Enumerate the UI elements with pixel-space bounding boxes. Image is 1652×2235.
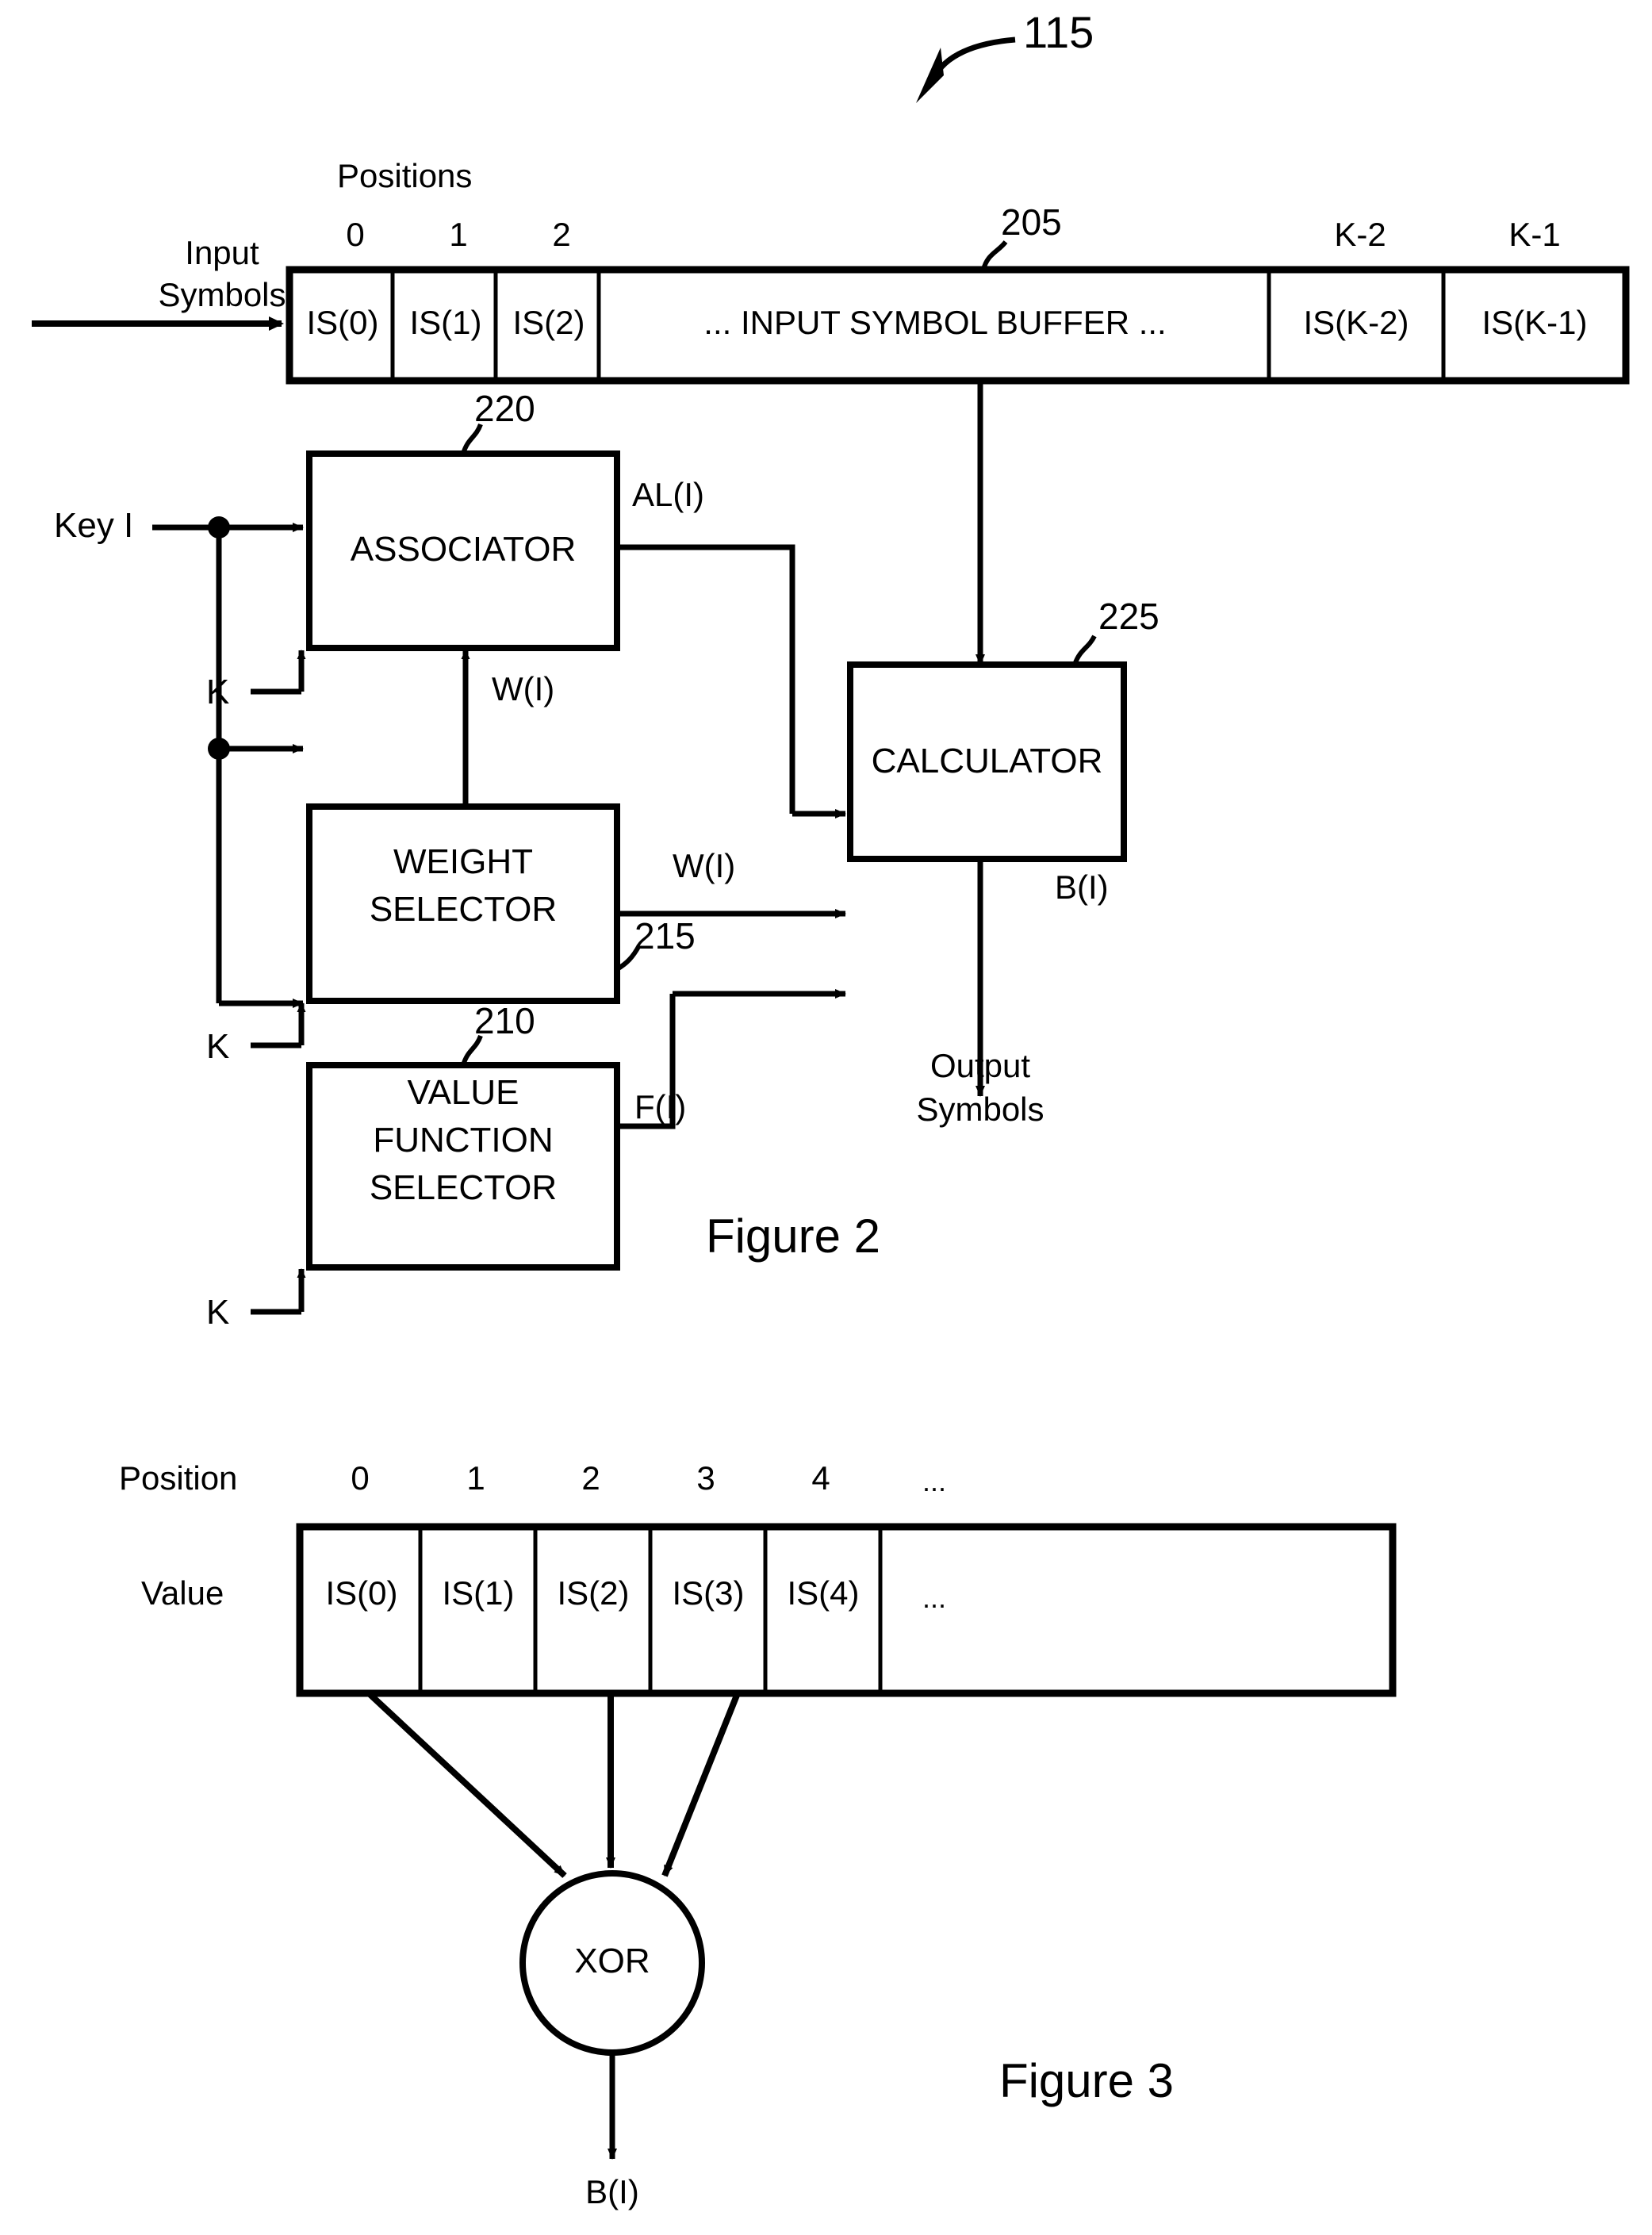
k-input-label-1: K [206, 673, 230, 711]
associator-output-label: AL(I) [632, 476, 705, 513]
buffer-position-0: 0 [346, 216, 365, 253]
buffer-position-k-2: K-2 [1334, 216, 1386, 253]
figure3-position-ellipsis: ... [922, 1465, 946, 1497]
figure3-cell-4: IS(4) [787, 1574, 860, 1612]
weight-selector-output-label: W(I) [673, 847, 736, 884]
value-function-selector-label-line2: FUNCTION [373, 1121, 554, 1160]
positions-header-label: Positions [337, 157, 473, 194]
ref-220-label: 220 [474, 388, 535, 429]
buffer-position-k-1: K-1 [1508, 216, 1561, 253]
buffer-cell-k-2: IS(K-2) [1303, 304, 1409, 341]
figure3-cell-ellipsis: ... [922, 1581, 946, 1614]
figure3-position-row-header: Position [119, 1459, 238, 1497]
ref-215-label: 215 [634, 915, 696, 956]
xor-input-line-1 [366, 1691, 567, 1878]
figure3-caption: Figure 3 [998, 2054, 1175, 2107]
xor-gate-label: XOR [574, 1942, 650, 1980]
value-function-selector-label-line1: VALUE [407, 1073, 519, 1112]
figure3-cell-3: IS(3) [672, 1574, 745, 1612]
output-symbols-label-line2: Symbols [916, 1091, 1044, 1128]
buffer-cell-2: IS(2) [512, 304, 585, 341]
buffer-position-2: 2 [552, 216, 571, 253]
input-symbols-label-line1: Input [185, 234, 259, 271]
figure3-cell-0: IS(0) [325, 1574, 398, 1612]
weight-selector-label-line2: SELECTOR [369, 890, 558, 929]
calculator-output-label: B(I) [1055, 868, 1109, 906]
calculator-label: CALCULATOR [871, 742, 1103, 780]
buffer-cell-k-1: IS(K-1) [1481, 304, 1588, 341]
figure3-position-2: 2 [581, 1459, 600, 1497]
value-function-selector-output-label: F(I) [634, 1088, 687, 1125]
k-input-label-2: K [206, 1027, 230, 1066]
xor-input-line-3 [661, 1692, 741, 1877]
buffer-position-1: 1 [449, 216, 468, 253]
associator-label: ASSOCIATOR [350, 530, 577, 569]
figure2-caption: Figure 2 [705, 1210, 881, 1263]
output-symbols-label-line1: Output [929, 1047, 1031, 1084]
ref-225-label: 225 [1098, 596, 1159, 637]
ref-210-label: 210 [474, 1000, 535, 1041]
input-symbols-label-line2: Symbols [158, 276, 286, 313]
ref-115-label: 115 [1023, 7, 1094, 57]
figure3-value-row-header: Value [141, 1574, 224, 1612]
figure3-position-4: 4 [811, 1459, 830, 1497]
figure3-position-0: 0 [351, 1459, 370, 1497]
ref-115-leader [916, 36, 1016, 103]
ref-205-leader [981, 240, 1008, 270]
value-function-selector-label-line3: SELECTOR [369, 1168, 558, 1207]
figure3-position-1: 1 [466, 1459, 485, 1497]
figure3-output-label: B(I) [585, 2173, 639, 2210]
weight-selector-label-line1: WEIGHT [393, 842, 533, 881]
buffer-cell-0: IS(0) [306, 304, 379, 341]
figure3-position-3: 3 [696, 1459, 715, 1497]
weight-feedback-label: W(I) [492, 670, 555, 707]
figure3-cell-2: IS(2) [557, 1574, 630, 1612]
buffer-cell-1: IS(1) [409, 304, 482, 341]
k-input-label-3: K [206, 1293, 230, 1332]
ref-205-label: 205 [1001, 201, 1062, 243]
buffer-cell-middle: ... INPUT SYMBOL BUFFER ... [703, 304, 1167, 341]
figure3-cell-1: IS(1) [442, 1574, 515, 1612]
patent-figure-sheet: 115 Positions Input Symbols 0 1 2 K-2 K-… [0, 0, 1652, 2235]
key-i-label: Key I [54, 506, 134, 545]
